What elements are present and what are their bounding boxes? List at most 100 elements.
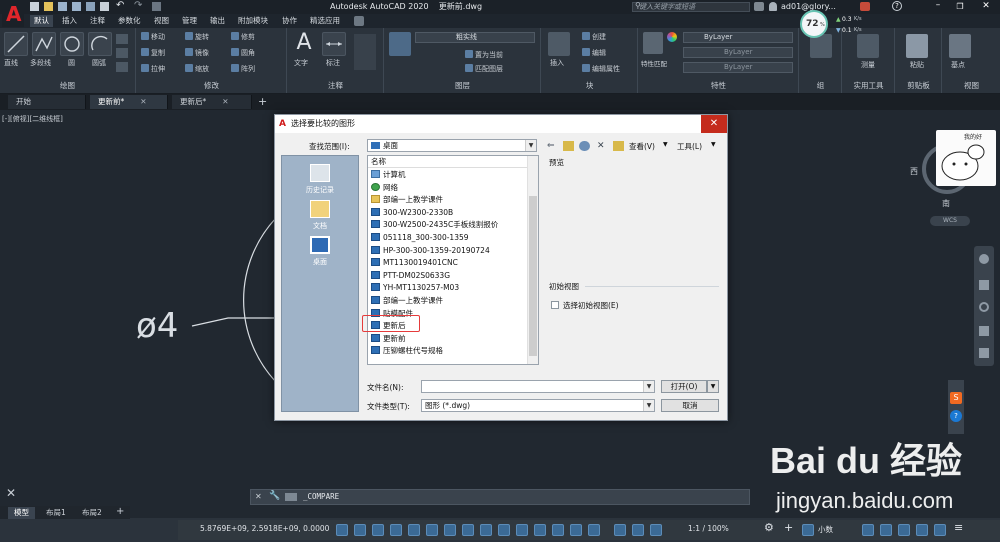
linetype-dropdown[interactable]: ByLayer <box>683 47 793 58</box>
tab-featured[interactable]: 精选应用 <box>306 15 344 27</box>
gizmo-icon[interactable] <box>588 524 600 536</box>
place-documents[interactable]: 文档 <box>282 200 358 231</box>
properties-group-label[interactable]: 特性 <box>639 80 798 91</box>
tab-output[interactable]: 输出 <box>206 15 229 27</box>
assist-icon[interactable]: ? <box>950 410 962 422</box>
initial-view-checkbox-label[interactable]: 选择初始视图(E) <box>563 300 619 311</box>
exchange-icon[interactable] <box>860 2 870 11</box>
annotation-scale-icon[interactable] <box>650 524 662 536</box>
web-icon[interactable] <box>86 2 95 11</box>
rotate-tool[interactable]: 旋转 <box>185 32 209 42</box>
object-snap-icon[interactable] <box>462 524 474 536</box>
clean-screen-icon[interactable] <box>934 524 946 536</box>
close-tab-icon[interactable]: ✕ <box>222 97 228 106</box>
restore-button[interactable]: ❐ <box>950 0 970 13</box>
sogou-icon[interactable]: S <box>950 392 962 404</box>
circle-button[interactable] <box>60 32 84 56</box>
tab-insert[interactable]: 插入 <box>58 15 81 27</box>
doc-tab-after[interactable]: 更新后* ✕ <box>172 95 252 109</box>
file-list[interactable]: 名称 计算机 网络 部编一上教学课件 300-W2300-2330B 300-W2500… <box>367 155 539 365</box>
open-button[interactable]: 打开(O) <box>661 380 707 393</box>
quick-properties-icon[interactable] <box>862 524 874 536</box>
clipboard-group-label[interactable]: 剪贴板 <box>896 80 941 91</box>
grid-icon[interactable] <box>354 524 366 536</box>
mirror-tool[interactable]: 镜像 <box>185 48 209 58</box>
save-icon[interactable] <box>58 2 67 11</box>
full-nav-wheel-icon[interactable] <box>979 254 989 264</box>
new-tab-icon[interactable]: + <box>258 95 267 109</box>
trim-tool[interactable]: 修剪 <box>231 32 255 42</box>
annotation-scale[interactable]: 1:1 / 100% <box>688 524 729 533</box>
layer-dropdown[interactable]: 粗实线 <box>415 32 535 43</box>
initial-view-checkbox[interactable] <box>551 301 559 309</box>
user-icon[interactable] <box>769 2 777 11</box>
selection-cycling-icon[interactable] <box>516 524 528 536</box>
file-list-scrollbar[interactable] <box>527 156 538 364</box>
file-list-item[interactable]: 网络 <box>371 182 398 194</box>
tab-manage[interactable]: 管理 <box>178 15 201 27</box>
command-recent-icon[interactable] <box>285 493 297 501</box>
place-desktop[interactable]: 桌面 <box>282 236 358 267</box>
save-as-icon[interactable] <box>72 2 81 11</box>
file-list-item[interactable]: 更新前 <box>371 333 406 345</box>
minimize-button[interactable]: – <box>928 0 948 13</box>
orbit-icon[interactable] <box>979 326 989 336</box>
filename-input[interactable]: ▼ <box>421 380 655 393</box>
dialog-close-button[interactable]: ✕ <box>701 115 727 133</box>
utilities-group-label[interactable]: 实用工具 <box>843 80 894 91</box>
isodraft-icon[interactable] <box>426 524 438 536</box>
file-list-item[interactable]: MT1130019401CNC <box>371 257 458 269</box>
draw-extra-icon-3[interactable] <box>116 62 128 72</box>
file-list-item[interactable]: 计算机 <box>371 169 406 181</box>
object-snap-tracking-icon[interactable] <box>444 524 456 536</box>
set-current-tool[interactable]: 置为当前 <box>465 50 503 60</box>
tab-default[interactable]: 默认 <box>30 15 53 27</box>
delete-icon[interactable]: ✕ <box>597 141 608 151</box>
draw-extra-icon-2[interactable] <box>116 48 128 58</box>
file-list-item[interactable]: 部编一上教学课件 <box>371 295 443 307</box>
polyline-button[interactable] <box>32 32 56 56</box>
ortho-icon[interactable] <box>390 524 402 536</box>
groups-group-label[interactable]: 组 <box>800 80 841 91</box>
array-tool[interactable]: 阵列 <box>231 64 255 74</box>
units-icon[interactable] <box>802 524 814 536</box>
lookin-dropdown[interactable]: 桌面 ▼ <box>367 139 537 152</box>
tools-chevron-icon[interactable]: ▼ <box>711 141 716 148</box>
dialog-title-bar[interactable]: A 选择要比较的图形 <box>275 115 727 133</box>
file-list-item[interactable]: PTT-DM02S0633G <box>371 270 450 282</box>
views-chevron-icon[interactable]: ▼ <box>663 141 668 148</box>
draw-group-label[interactable]: 绘图 <box>0 80 135 91</box>
lock-ui-icon[interactable] <box>880 524 892 536</box>
lineweight-icon[interactable] <box>480 524 492 536</box>
help-icon[interactable]: ? <box>892 1 902 11</box>
isolate-objects-icon[interactable] <box>898 524 910 536</box>
column-header-name[interactable]: 名称 <box>368 156 528 168</box>
fillet-tool[interactable]: 圆角 <box>231 48 255 58</box>
search-box[interactable]: ⚲ 键入关键字或短语 <box>632 1 750 12</box>
doc-tab-before[interactable]: 更新前* ✕ <box>90 95 168 109</box>
insert-block-icon[interactable] <box>548 32 570 56</box>
annotation-visibility-icon[interactable] <box>614 524 626 536</box>
layers-group-label[interactable]: 图层 <box>385 80 540 91</box>
file-list-item[interactable]: YH-MT1130257-M03 <box>371 282 459 294</box>
move-tool[interactable]: 移动 <box>141 32 165 42</box>
scale-tool[interactable]: 缩放 <box>185 64 209 74</box>
annotation-group-label[interactable]: 注释 <box>288 80 383 91</box>
draw-extra-icon-1[interactable] <box>116 34 128 44</box>
viewcube-west[interactable]: 西 <box>910 166 918 177</box>
text-button[interactable]: A <box>292 30 316 56</box>
open-options-button[interactable]: ▼ <box>707 380 719 393</box>
tab-parametric[interactable]: 参数化 <box>114 15 145 27</box>
tab-addins[interactable]: 附加模块 <box>234 15 272 27</box>
transparency-icon[interactable] <box>498 524 510 536</box>
share-icon[interactable] <box>152 2 161 11</box>
layout-tab-model[interactable]: 模型 <box>8 507 35 519</box>
model-space-icon[interactable] <box>336 524 348 536</box>
file-list-item[interactable]: HP-300-300-1359-20190724 <box>371 245 490 257</box>
views-menu[interactable]: 查看(V) <box>629 141 655 152</box>
place-history[interactable]: 历史记录 <box>282 164 358 195</box>
annotation-extra-icon[interactable] <box>354 34 376 70</box>
command-line[interactable]: ✕ 🔧 _COMPARE <box>250 489 750 505</box>
layout-tab-2[interactable]: 布局2 <box>76 507 108 519</box>
viewcube-south[interactable]: 南 <box>942 198 950 209</box>
